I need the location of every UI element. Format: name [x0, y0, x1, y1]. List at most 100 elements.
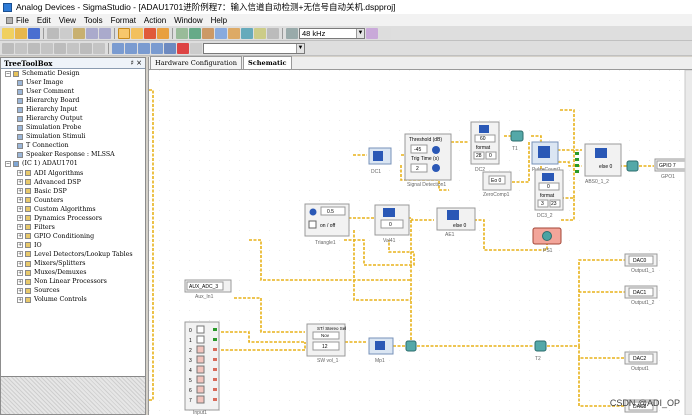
panel-controls[interactable]: ♯ × [131, 59, 142, 67]
input-channel-checkbox[interactable] [196, 325, 205, 334]
pulse-count-block[interactable]: PulseCount1 [531, 141, 561, 173]
font-select[interactable]: ▼ [203, 42, 305, 54]
toolbox-tree-item[interactable]: − (IC 1) ADAU1701 [1, 159, 145, 168]
input-channel-checkbox[interactable] [196, 375, 205, 384]
hierarchy-icon[interactable] [241, 27, 253, 39]
input-channel-checkbox[interactable] [196, 355, 205, 364]
expand-icon[interactable]: + [17, 287, 23, 294]
input-pin[interactable] [213, 328, 217, 331]
menu-action[interactable]: Action [140, 16, 170, 25]
expand-icon[interactable]: + [17, 233, 23, 240]
toolbox-tree-item[interactable]: + Mixers/Splitters [1, 259, 145, 268]
info-icon[interactable] [432, 146, 440, 154]
expand-icon[interactable]: + [17, 269, 23, 276]
input-channel-checkbox[interactable] [196, 385, 205, 394]
info-icon[interactable] [309, 208, 317, 216]
network-icon[interactable] [286, 27, 298, 39]
expand-icon[interactable]: + [17, 242, 23, 249]
expand-icon[interactable]: + [17, 215, 23, 222]
align-left-icon[interactable] [2, 42, 14, 54]
toolbox-tree-item[interactable]: + ADI Algorithms [1, 169, 145, 178]
toolbox-tree-item[interactable]: + Level Detectors/Lookup Tables [1, 250, 145, 259]
ungroup-icon[interactable] [151, 42, 163, 54]
junction-node[interactable] [405, 340, 417, 352]
toolbox-tree-item[interactable]: User Comment [1, 87, 145, 96]
toolbox-tree-item[interactable]: Speaker Response : MLSSA [1, 150, 145, 159]
align-center-icon[interactable] [15, 42, 27, 54]
probe-icon[interactable] [267, 27, 279, 39]
expand-icon[interactable]: + [17, 251, 23, 258]
align-top-icon[interactable] [41, 42, 53, 54]
vertical-scrollbar[interactable] [684, 69, 692, 415]
same-width-icon[interactable] [80, 42, 92, 54]
zero-comp-block[interactable]: Eo 0 ZeroComp1 [482, 171, 512, 198]
open-folder-icon[interactable] [15, 27, 27, 39]
toolbox-tree-item[interactable]: + Volume Controls [1, 295, 145, 304]
stop-icon[interactable] [379, 27, 391, 39]
toolbox-tree-item[interactable]: + Filters [1, 223, 145, 232]
expand-icon[interactable]: + [17, 188, 23, 195]
input-pin[interactable] [213, 378, 217, 381]
expand-icon[interactable]: + [17, 197, 23, 204]
toolbox-tree-item[interactable]: + Dynamics Processors [1, 214, 145, 223]
cut-icon[interactable] [47, 27, 59, 39]
toolbox-tree-item[interactable]: T Connection [1, 141, 145, 150]
input-channel-checkbox[interactable] [196, 365, 205, 374]
expand-icon[interactable]: + [17, 296, 23, 303]
align-middle-icon[interactable] [54, 42, 66, 54]
expand-icon[interactable]: + [17, 224, 23, 231]
menu-help[interactable]: Help [207, 16, 231, 25]
input-pin[interactable] [213, 348, 217, 351]
menu-view[interactable]: View [55, 16, 80, 25]
sample-rate-select[interactable]: 48 kHz ▼ [299, 27, 365, 39]
input-channel-checkbox[interactable] [196, 335, 205, 344]
toolbox-tree-item[interactable]: Simulation Stimuli [1, 132, 145, 141]
toolbox-tree-item[interactable]: + Advanced DSP [1, 178, 145, 187]
signal-detection-block[interactable]: Threshold (dB) -45 Trig Time (s) 2 Signa… [404, 133, 452, 188]
input-pin[interactable] [213, 358, 217, 361]
expand-icon[interactable]: + [17, 206, 23, 213]
expand-icon[interactable]: + [17, 170, 23, 177]
upload-icon[interactable] [215, 27, 227, 39]
info-icon[interactable] [432, 164, 440, 172]
download-icon[interactable] [189, 27, 201, 39]
copy-icon[interactable] [60, 27, 72, 39]
add-icon[interactable] [177, 42, 189, 54]
toolbox-tree-item[interactable]: + GPIO Conditioning [1, 232, 145, 241]
wire-mode-icon[interactable] [157, 27, 169, 39]
settings-icon[interactable] [366, 27, 378, 39]
same-height-icon[interactable] [93, 42, 105, 54]
expand-icon[interactable]: + [17, 278, 23, 285]
expand-icon[interactable]: − [5, 160, 11, 167]
trig-time-field[interactable] [410, 163, 428, 173]
expand-icon[interactable]: + [17, 260, 23, 267]
input-pin[interactable] [213, 398, 217, 401]
input-channel-checkbox[interactable] [196, 395, 205, 404]
compile-icon[interactable] [202, 27, 214, 39]
align-bottom-icon[interactable] [67, 42, 79, 54]
export-icon[interactable] [228, 27, 240, 39]
toolbox-tree-item[interactable]: + Sources [1, 286, 145, 295]
toolbox-tree-item[interactable]: Hierarchy Board [1, 96, 145, 105]
align-right-icon[interactable] [28, 42, 40, 54]
toolbox-tree-item[interactable]: Simulation Probe [1, 123, 145, 132]
send-back-icon[interactable] [125, 42, 137, 54]
input-pin[interactable] [213, 338, 217, 341]
toolbox-tree-item[interactable]: − Schematic Design [1, 69, 145, 78]
input-pin[interactable] [213, 368, 217, 371]
zoom-mode-icon[interactable] [144, 27, 156, 39]
toolbox-tree-item[interactable]: + Non Linear Processors [1, 277, 145, 286]
tab-hardware-configuration[interactable]: Hardware Configuration [150, 56, 242, 69]
tab-schematic[interactable]: Schematic [242, 56, 292, 69]
select-mode-icon[interactable] [118, 27, 130, 39]
expand-icon[interactable]: + [17, 179, 23, 186]
toolbox-tree-item[interactable]: User Image [1, 78, 145, 87]
onoff-checkbox[interactable] [308, 220, 317, 229]
bring-front-icon[interactable] [112, 42, 124, 54]
paste-icon[interactable] [73, 27, 85, 39]
menu-tools[interactable]: Tools [80, 16, 107, 25]
toolbox-tree-item[interactable]: + Basic DSP [1, 187, 145, 196]
capture-icon[interactable] [254, 27, 266, 39]
toolbox-tree-item[interactable]: Hierarchy Output [1, 114, 145, 123]
toolbox-tree-item[interactable]: + IO [1, 241, 145, 250]
